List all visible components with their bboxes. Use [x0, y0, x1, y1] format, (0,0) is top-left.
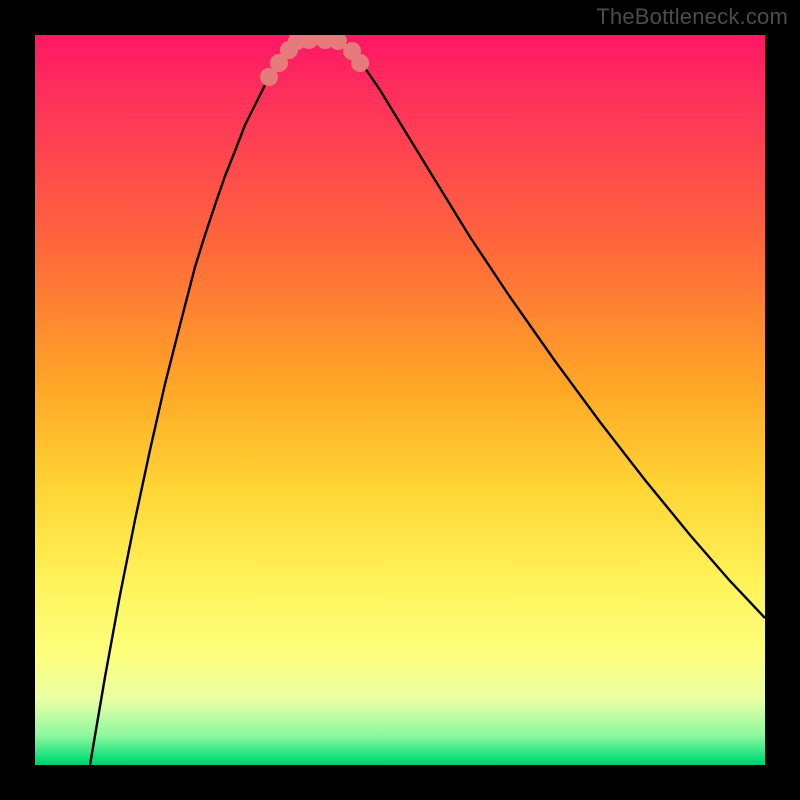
valley-marker	[351, 54, 369, 72]
curves-svg	[35, 35, 765, 765]
left-curve	[90, 35, 303, 765]
chart-frame: TheBottleneck.com	[0, 0, 800, 800]
valley-markers	[260, 35, 369, 86]
watermark-text: TheBottleneck.com	[596, 4, 788, 30]
plot-area	[35, 35, 765, 765]
right-curve	[340, 35, 765, 618]
